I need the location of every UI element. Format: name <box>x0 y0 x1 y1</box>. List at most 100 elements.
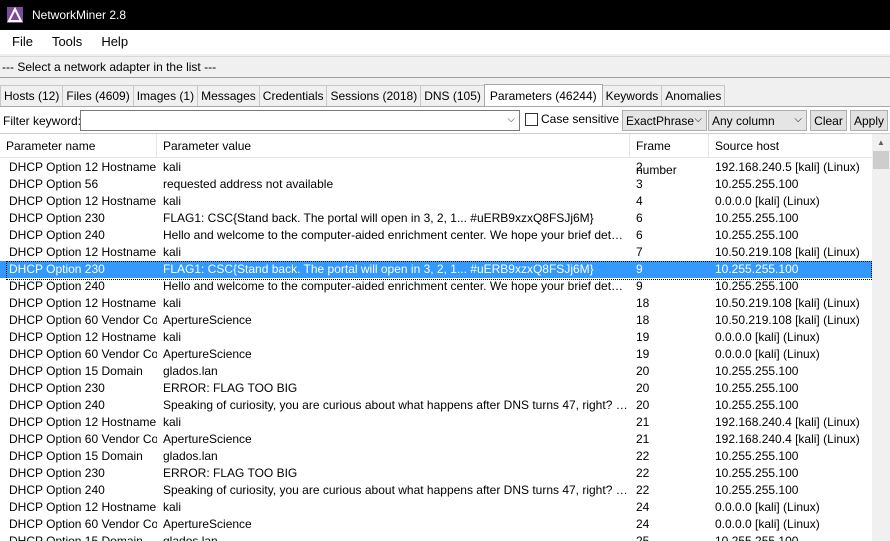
clear-button[interactable]: Clear <box>810 110 847 131</box>
table-row[interactable]: DHCP Option 240 Speaking of curiosity, yo… <box>0 397 872 414</box>
cell-parameter-value: Speaking of curiosity, you are curious a… <box>163 483 628 497</box>
network-adapter-select[interactable]: --- Select a network adapter in the list… <box>0 56 890 78</box>
filter-keyword-label: Filter keyword: <box>3 114 82 128</box>
parameters-table: Parameter name Parameter value Frame num… <box>0 133 890 541</box>
table-row[interactable]: DHCP Option 60 Vendor Code ApertureScienc… <box>0 346 872 363</box>
table-row[interactable]: DHCP Option 12 Hostname kali 21 192.168.240… <box>0 414 872 431</box>
table-row[interactable]: DHCP Option 12 Hostname kali 7 10.50.219.10… <box>0 244 872 261</box>
table-row[interactable]: DHCP Option 60 Vendor Code ApertureScienc… <box>0 431 872 448</box>
table-row[interactable]: DHCP Option 15 Domain glados.lan 20 10.255.… <box>0 363 872 380</box>
cell-parameter-name: DHCP Option 240 <box>9 398 105 412</box>
table-row[interactable]: DHCP Option 60 Vendor Code ApertureScienc… <box>0 516 872 533</box>
cell-source-host: 0.0.0.0 [kali] (Linux) <box>715 347 820 361</box>
cell-parameter-value: Hello and welcome to the computer-aided … <box>163 279 628 293</box>
cell-frame-number: 6 <box>636 211 643 225</box>
scroll-thumb[interactable] <box>873 151 889 169</box>
table-row[interactable]: DHCP Option 12 Hostname kali 2 192.168.240.… <box>0 159 872 176</box>
cell-parameter-name: DHCP Option 230 <box>9 466 105 480</box>
table-row[interactable]: DHCP Option 240 Speaking of curiosity, yo… <box>0 482 872 499</box>
menu-tools[interactable]: Tools <box>40 30 89 54</box>
apply-button[interactable]: Apply <box>850 110 888 131</box>
scroll-up-arrow-icon[interactable]: ▲ <box>872 134 890 151</box>
cell-frame-number: 22 <box>636 466 650 480</box>
cell-frame-number: 18 <box>636 313 650 327</box>
cell-parameter-value: ApertureScience <box>163 517 252 531</box>
table-row[interactable]: DHCP Option 12 Hostname kali 24 0.0.0.0 [ka… <box>0 499 872 516</box>
cell-parameter-value: kali <box>163 500 182 514</box>
cell-parameter-name: DHCP Option 60 Vendor Code <box>9 347 157 361</box>
menu-help[interactable]: Help <box>89 30 135 54</box>
cell-source-host: 0.0.0.0 [kali] (Linux) <box>715 517 820 531</box>
cell-parameter-value: FLAG1: CSC{Stand back. The portal will o… <box>163 262 594 276</box>
title-bar: NetworkMiner 2.8 <box>0 0 890 30</box>
match-mode-select[interactable]: ExactPhrase ⌵ <box>622 110 707 131</box>
cell-parameter-value: requested address not available <box>163 177 334 191</box>
cell-parameter-name: DHCP Option 230 <box>9 211 105 225</box>
table-row[interactable]: DHCP Option 230 FLAG1: CSC{Stand back. Th… <box>0 261 872 280</box>
cell-source-host: 0.0.0.0 [kali] (Linux) <box>715 500 820 514</box>
filter-keyword-input[interactable]: ⌵ <box>80 110 520 131</box>
cell-parameter-value: kali <box>163 160 182 174</box>
cell-frame-number: 21 <box>636 432 650 446</box>
cell-source-host: 10.255.255.100 <box>715 398 799 412</box>
column-select[interactable]: Any column ⌵ <box>708 110 807 131</box>
tab-hosts[interactable]: Hosts (12) <box>0 85 64 106</box>
cell-parameter-value: FLAG1: CSC{Stand back. The portal will o… <box>163 211 594 225</box>
column-select-value: Any column <box>712 113 775 128</box>
table-row[interactable]: DHCP Option 12 Hostname kali 18 10.50.219.1… <box>0 295 872 312</box>
column-header-source-host[interactable]: Source host <box>709 134 872 158</box>
vertical-scrollbar[interactable]: ▲ <box>872 134 890 541</box>
case-sensitive-checkbox[interactable] <box>525 113 538 126</box>
cell-parameter-value: glados.lan <box>163 449 218 463</box>
table-row[interactable]: DHCP Option 12 Hostname kali 19 0.0.0.0 [ka… <box>0 329 872 346</box>
cell-parameter-name: DHCP Option 60 Vendor Code <box>9 517 157 531</box>
table-row[interactable]: DHCP Option 230 FLAG1: CSC{Stand back. Th… <box>0 210 872 227</box>
column-header-parameter-name[interactable]: Parameter name <box>0 134 157 158</box>
chevron-down-icon: ⌵ <box>794 114 802 125</box>
tab-sessions[interactable]: Sessions (2018) <box>326 85 422 106</box>
tab-credentials[interactable]: Credentials <box>258 85 328 106</box>
table-row[interactable]: DHCP Option 240 Hello and welcome to the … <box>0 227 872 244</box>
cell-parameter-name: DHCP Option 60 Vendor Code <box>9 313 157 327</box>
cell-parameter-value: ERROR: FLAG TOO BIG <box>163 381 298 395</box>
cell-source-host: 0.0.0.0 [kali] (Linux) <box>715 194 820 208</box>
cell-source-host: 10.50.219.108 [kali] (Linux) <box>715 313 860 327</box>
table-row[interactable]: DHCP Option 60 Vendor Code ApertureScienc… <box>0 312 872 329</box>
tab-dns[interactable]: DNS (105) <box>420 85 485 106</box>
cell-parameter-name: DHCP Option 12 Hostname <box>9 330 157 344</box>
cell-frame-number: 20 <box>636 381 650 395</box>
tab-images[interactable]: Images (1) <box>132 85 199 106</box>
table-row[interactable]: DHCP Option 15 Domain glados.lan 22 10.255.… <box>0 448 872 465</box>
cell-frame-number: 20 <box>636 364 650 378</box>
table-row[interactable]: DHCP Option 230 ERROR: FLAG TOO BIG 22 10.2… <box>0 465 872 482</box>
table-row[interactable]: DHCP Option 15 Domain glados.lan 25 10.255.… <box>0 533 872 541</box>
cell-frame-number: 2 <box>636 160 643 174</box>
table-header: Parameter name Parameter value Frame num… <box>0 134 872 177</box>
cell-source-host: 192.168.240.5 [kali] (Linux) <box>715 160 860 174</box>
column-header-frame-number[interactable]: Frame number <box>630 134 709 177</box>
table-row[interactable]: DHCP Option 230 ERROR: FLAG TOO BIG 20 10.2… <box>0 380 872 397</box>
cell-source-host: 10.255.255.100 <box>715 228 799 242</box>
tab-keywords[interactable]: Keywords <box>601 85 663 106</box>
cell-parameter-value: kali <box>163 415 182 429</box>
cell-frame-number: 3 <box>636 177 643 191</box>
cell-frame-number: 9 <box>636 262 643 276</box>
cell-parameter-name: DHCP Option 15 Domain <box>9 449 143 463</box>
tab-messages[interactable]: Messages <box>197 85 260 106</box>
table-row[interactable]: DHCP Option 240 Hello and welcome to the … <box>0 278 872 295</box>
table-row[interactable]: DHCP Option 12 Hostname kali 4 0.0.0.0 [kal… <box>0 193 872 210</box>
tab-parameters[interactable]: Parameters (46244) <box>483 84 603 107</box>
chevron-down-icon: ⌵ <box>694 114 702 125</box>
tab-anomalies[interactable]: Anomalies <box>661 85 726 106</box>
cell-parameter-value: glados.lan <box>163 364 218 378</box>
menu-file[interactable]: File <box>0 30 40 54</box>
cell-source-host: 10.255.255.100 <box>715 449 799 463</box>
cell-parameter-value: ApertureScience <box>163 432 252 446</box>
chevron-down-icon[interactable]: ⌵ <box>507 114 515 125</box>
column-header-parameter-value[interactable]: Parameter value <box>157 134 630 158</box>
cell-frame-number: 24 <box>636 517 650 531</box>
tab-files[interactable]: Files (4609) <box>62 85 134 106</box>
table-row[interactable]: DHCP Option 56 requested address not avai… <box>0 176 872 193</box>
cell-parameter-name: DHCP Option 12 Hostname <box>9 160 157 174</box>
cell-source-host: 0.0.0.0 [kali] (Linux) <box>715 330 820 344</box>
